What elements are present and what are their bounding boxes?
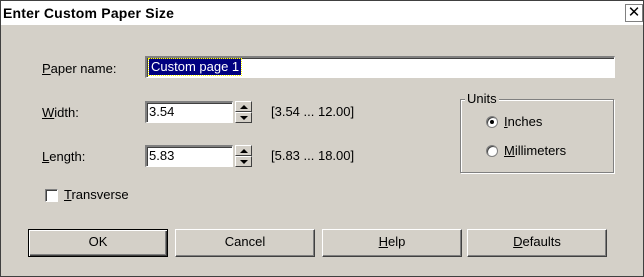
paper-name-label: Paper name: xyxy=(42,61,117,76)
width-spin-down-button[interactable] xyxy=(235,112,252,123)
width-value: 3.54 xyxy=(149,104,175,119)
arrow-up-icon xyxy=(240,105,248,109)
width-range: [3.54 ... 12.00] xyxy=(271,104,355,119)
transverse-label[interactable]: Transverse xyxy=(64,187,129,202)
paper-name-value: Custom page 1 xyxy=(147,58,243,76)
arrow-up-icon xyxy=(240,149,248,153)
units-group xyxy=(460,99,614,173)
ok-button[interactable]: OK xyxy=(28,229,168,257)
arrow-down-icon xyxy=(240,160,248,164)
width-spinner[interactable] xyxy=(235,101,252,123)
radio-selected-dot-icon xyxy=(490,120,494,124)
length-range: [5.83 ... 18.00] xyxy=(271,148,355,163)
close-icon: ✕ xyxy=(627,4,641,21)
inches-label[interactable]: Inches xyxy=(504,114,542,129)
defaults-button[interactable]: Defaults xyxy=(467,229,607,257)
length-value: 5.83 xyxy=(149,148,175,163)
title-bar[interactable]: Enter Custom Paper Size ✕ xyxy=(1,1,643,25)
help-button[interactable]: Help xyxy=(322,229,462,257)
units-group-title: Units xyxy=(465,91,499,106)
width-spin-up-button[interactable] xyxy=(235,101,252,112)
width-label: Width: xyxy=(42,105,79,120)
arrow-down-icon xyxy=(240,116,248,120)
close-button[interactable]: ✕ xyxy=(625,4,643,22)
length-spinner[interactable] xyxy=(235,145,252,167)
length-spin-down-button[interactable] xyxy=(235,156,252,167)
paper-name-input[interactable]: Custom page 1 xyxy=(145,56,615,78)
millimeters-label[interactable]: Millimeters xyxy=(504,143,566,158)
length-label: Length: xyxy=(42,149,86,164)
millimeters-radio[interactable] xyxy=(486,145,498,157)
custom-paper-size-dialog: Enter Custom Paper Size ✕ Paper name: Cu… xyxy=(0,0,644,277)
width-input[interactable]: 3.54 xyxy=(145,101,233,123)
length-input[interactable]: 5.83 xyxy=(145,145,233,167)
transverse-checkbox[interactable] xyxy=(45,189,58,202)
dialog-title: Enter Custom Paper Size xyxy=(3,5,175,21)
inches-radio[interactable] xyxy=(486,116,498,128)
length-spin-up-button[interactable] xyxy=(235,145,252,156)
cancel-button[interactable]: Cancel xyxy=(175,229,315,257)
